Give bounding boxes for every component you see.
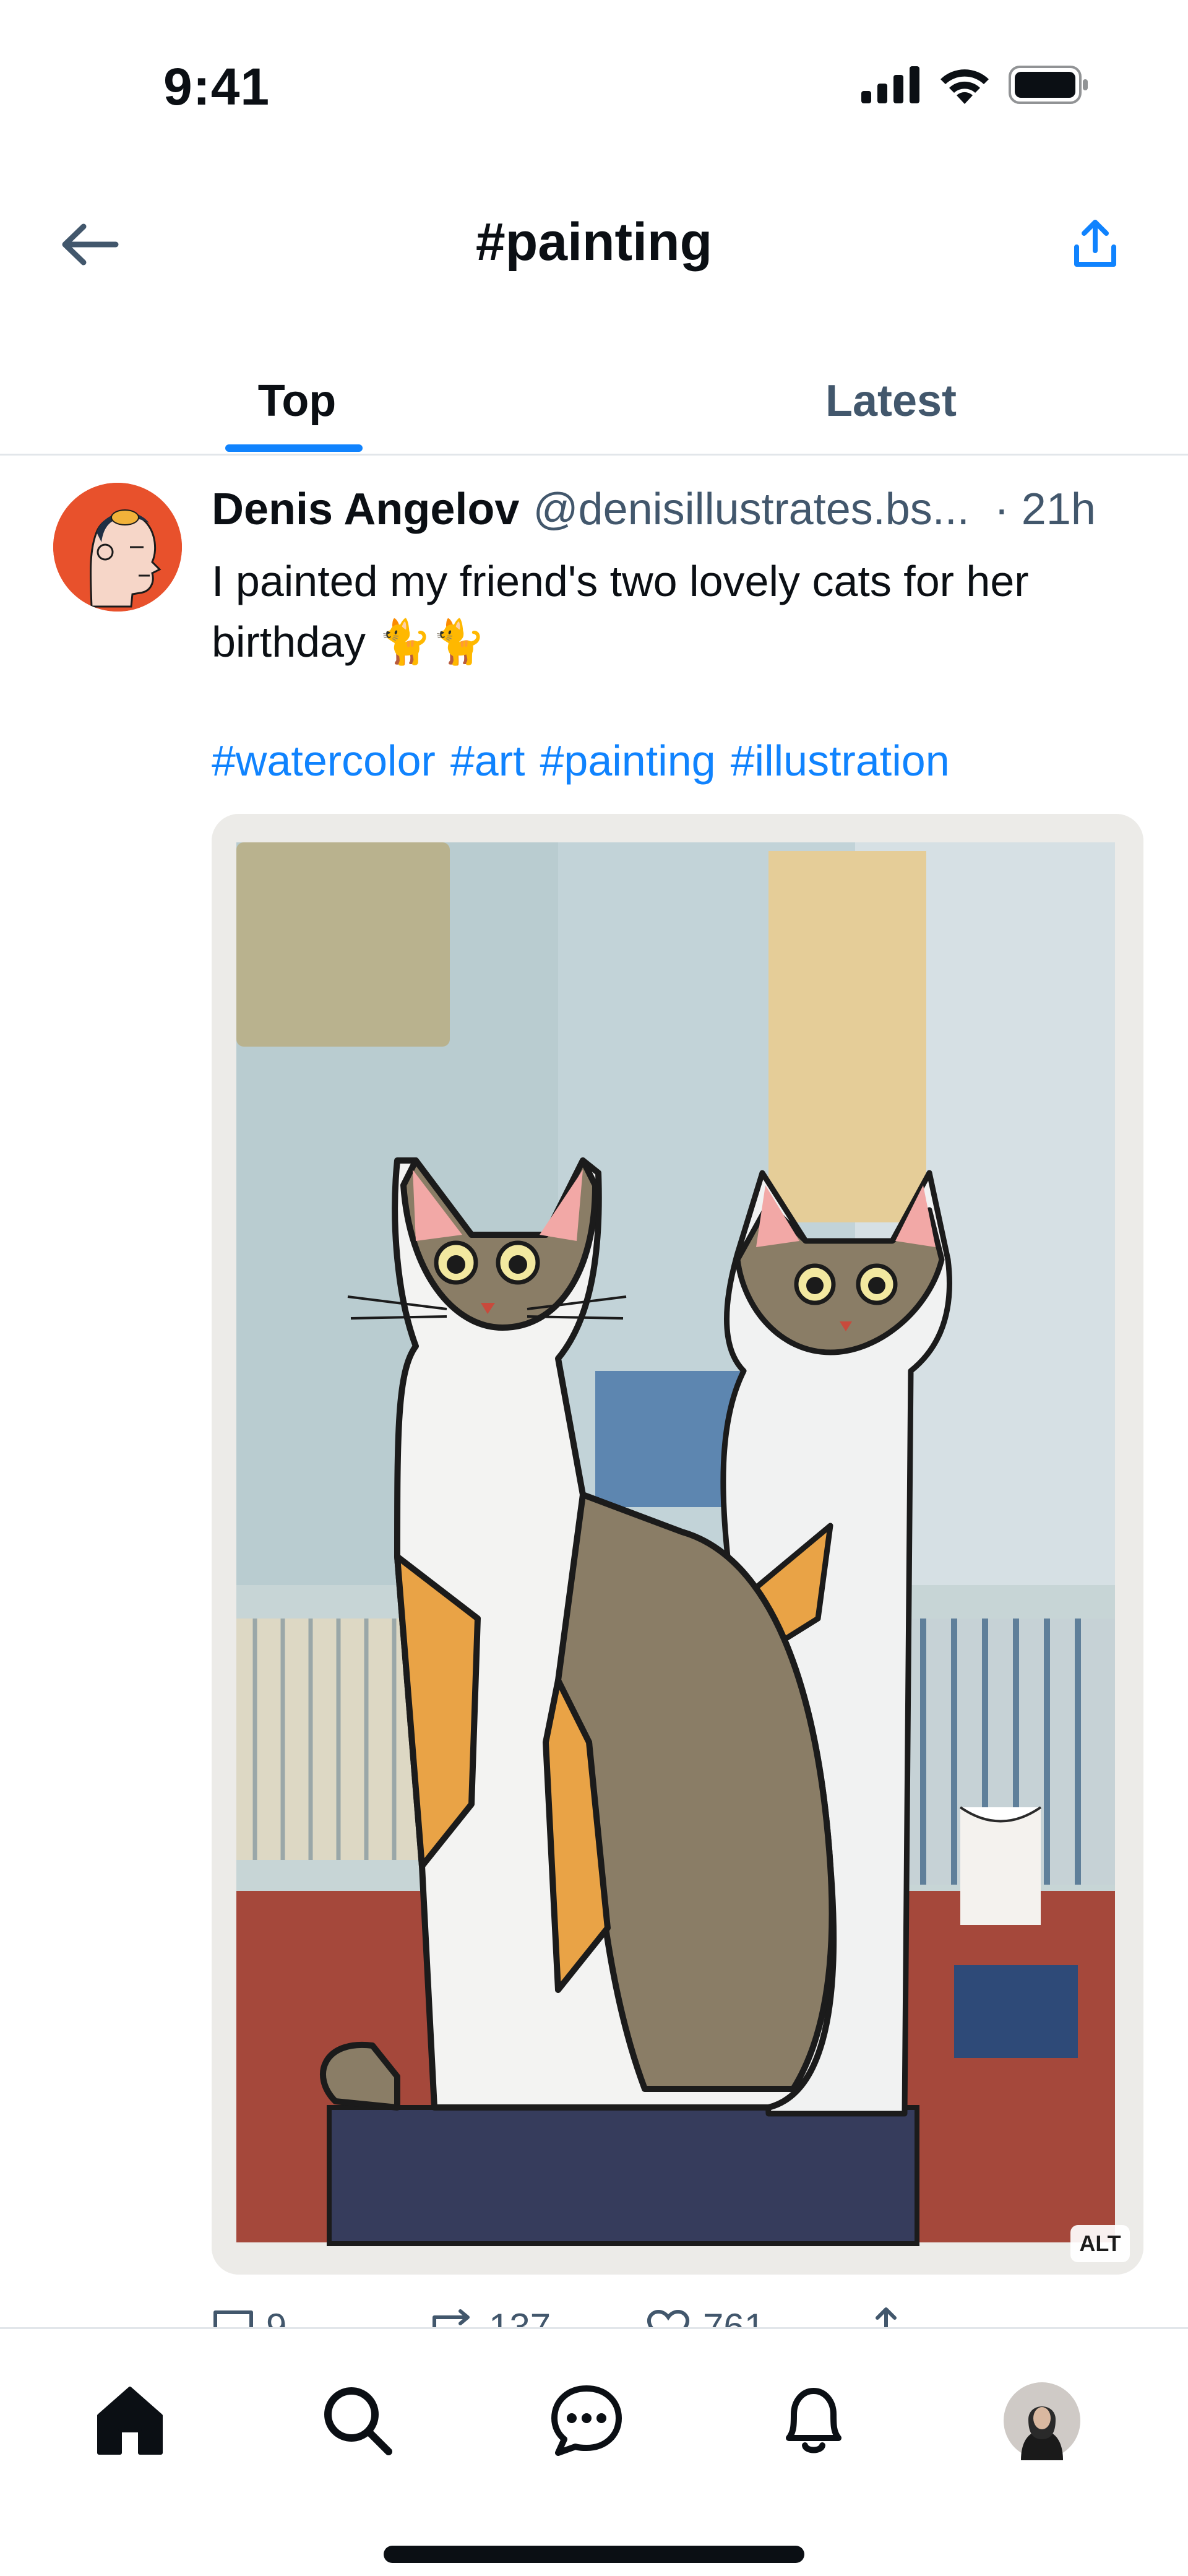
- post-header: Denis Angelov @denisillustrates.bs... · …: [212, 484, 1140, 546]
- profile-avatar: [1004, 2382, 1080, 2460]
- post-image[interactable]: ALT: [212, 814, 1143, 2275]
- nav-profile[interactable]: [999, 2377, 1085, 2464]
- share-button[interactable]: [1064, 214, 1126, 275]
- nav-chat[interactable]: [543, 2377, 630, 2464]
- alt-text-badge[interactable]: ALT: [1070, 2225, 1130, 2262]
- share-upload-icon: [1074, 220, 1116, 267]
- hashtag-link[interactable]: #art: [450, 730, 525, 791]
- tab-top[interactable]: Top: [0, 347, 594, 456]
- active-tab-indicator: [225, 444, 363, 452]
- bottom-navigation: [0, 2327, 1188, 2576]
- home-indicator: [384, 2546, 804, 2563]
- cellular-signal-icon: [861, 66, 921, 106]
- hashtags: #watercolor #art #painting #illustration: [212, 730, 1152, 791]
- page-title: #painting: [475, 212, 713, 272]
- search-icon: [324, 2387, 392, 2455]
- home-icon: [97, 2387, 163, 2455]
- author-avatar[interactable]: [53, 483, 182, 612]
- status-time: 9:41: [163, 58, 270, 116]
- status-icons: [861, 66, 1089, 107]
- author-handle[interactable]: @denisillustrates.bs...: [533, 484, 969, 535]
- hashtag-link[interactable]: #illustration: [731, 730, 950, 791]
- status-bar: 9:41: [0, 0, 1188, 173]
- battery-icon: [1009, 66, 1089, 107]
- cats-painting-image: [212, 814, 1143, 2275]
- header: #painting: [0, 186, 1188, 303]
- chat-icon: [551, 2385, 622, 2456]
- wifi-icon: [938, 66, 991, 107]
- hashtag-link[interactable]: #watercolor: [212, 730, 436, 791]
- nav-notifications[interactable]: [770, 2377, 857, 2464]
- author-name[interactable]: Denis Angelov: [212, 484, 519, 535]
- post-time: · 21h: [994, 485, 1096, 534]
- nav-search[interactable]: [314, 2377, 401, 2464]
- post[interactable]: Denis Angelov @denisillustrates.bs... · …: [0, 458, 1188, 2348]
- post-text: I painted my friend's two lovely cats fo…: [212, 557, 1029, 666]
- nav-home[interactable]: [87, 2377, 173, 2464]
- hashtag-link[interactable]: #painting: [540, 730, 715, 791]
- bell-icon: [786, 2388, 842, 2453]
- tab-latest[interactable]: Latest: [594, 347, 1188, 456]
- tab-bar: Top Latest: [0, 347, 1188, 456]
